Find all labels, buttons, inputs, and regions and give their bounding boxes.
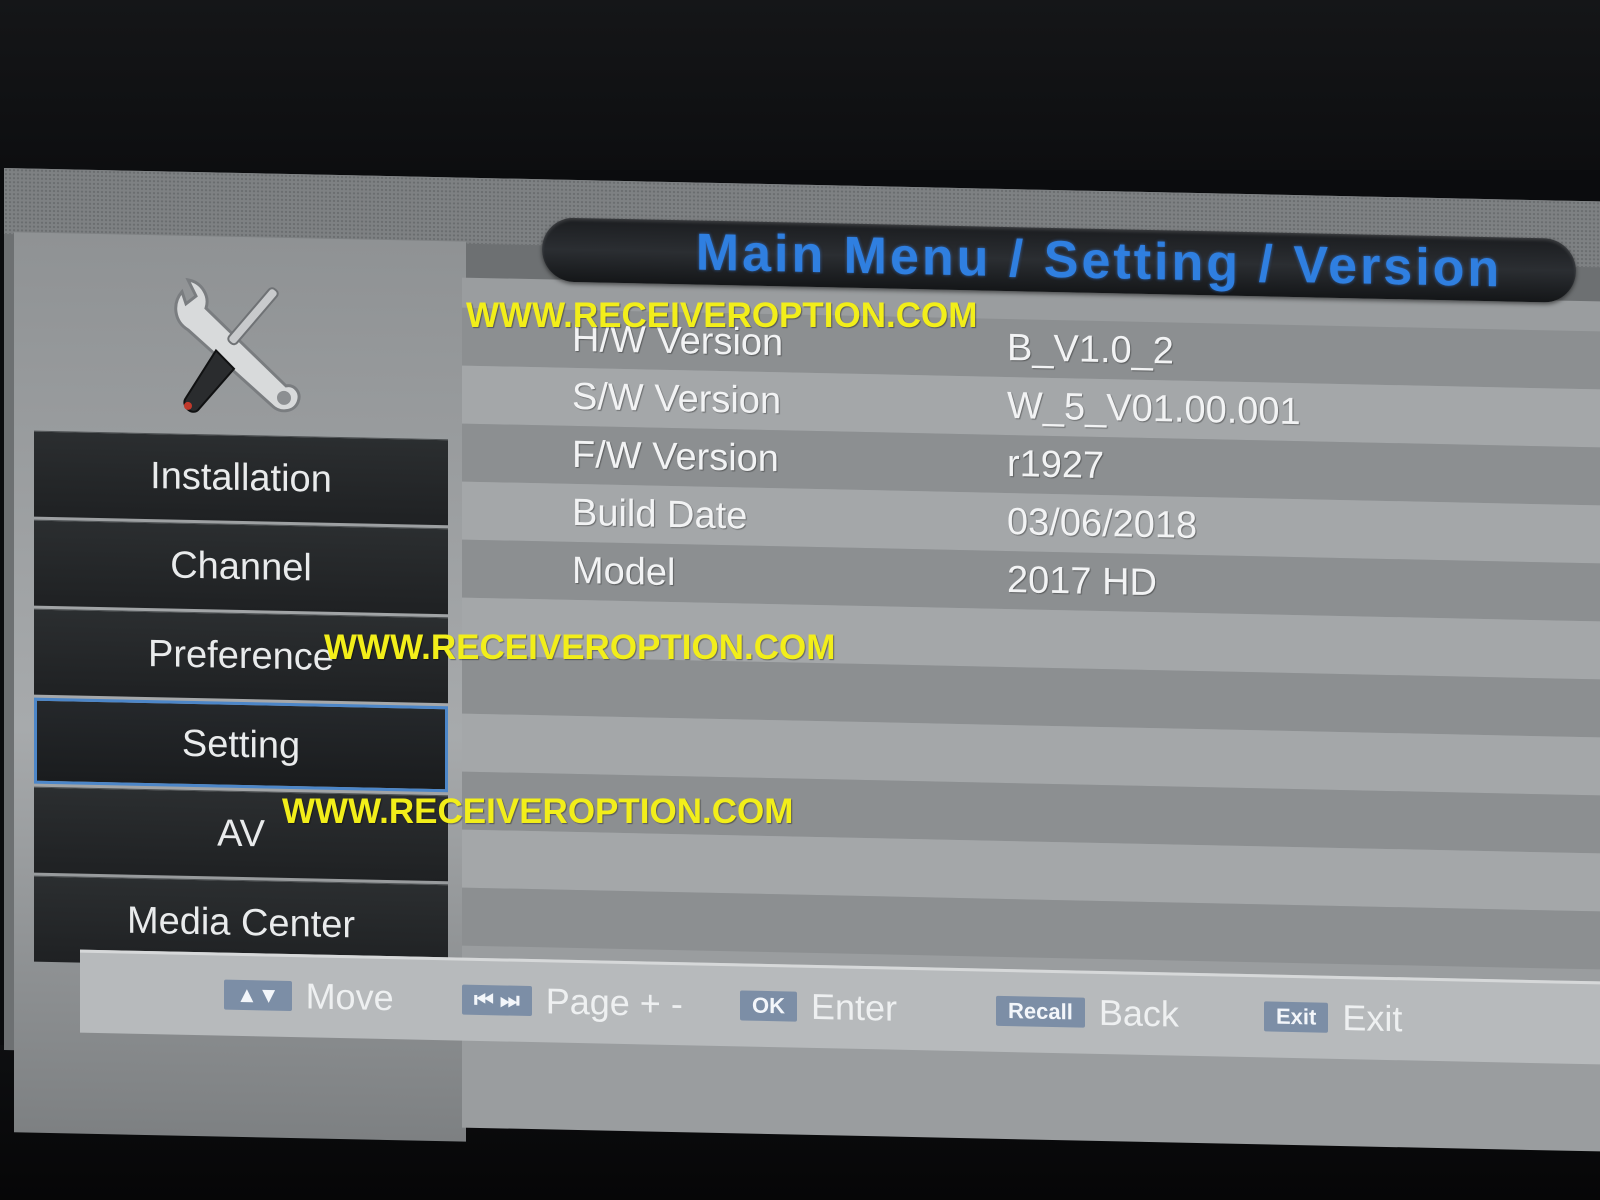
- row-label: Model: [572, 549, 676, 595]
- menu-item-label: Channel: [170, 544, 312, 590]
- watermark-text: WWW.RECEIVEROPTION.COM: [282, 792, 794, 831]
- row-value: 2017 HD: [1007, 559, 1157, 605]
- hint-label: Enter: [811, 985, 898, 1029]
- menu-item-label: Preference: [148, 633, 334, 679]
- hint-label: Exit: [1342, 997, 1403, 1040]
- menu-item-label: Media Center: [126, 899, 356, 947]
- row-value: B_V1.0_2: [1007, 327, 1174, 373]
- menu-item-label: Setting: [181, 722, 301, 767]
- hint-enter: OK Enter: [740, 984, 897, 1029]
- tools-icon: [174, 277, 301, 413]
- menu-item-channel[interactable]: Channel: [34, 519, 448, 615]
- row-label: F/W Version: [572, 433, 779, 481]
- hint-label: Page + -: [545, 980, 683, 1025]
- recall-key-icon: Recall: [996, 995, 1085, 1028]
- row-value: r1927: [1007, 443, 1105, 488]
- hint-label: Move: [305, 975, 394, 1019]
- menu-item-label: AV: [217, 812, 265, 856]
- tv-bezel-top: [0, 0, 1600, 170]
- hint-move: ▲▼ Move: [224, 974, 394, 1020]
- side-menu: Installation Channel Preference Setting …: [34, 430, 448, 974]
- row-label: S/W Version: [572, 375, 782, 423]
- menu-item-installation[interactable]: Installation: [34, 430, 448, 526]
- watermark-text: WWW.RECEIVEROPTION.COM: [324, 628, 836, 667]
- menu-item-setting[interactable]: Setting: [34, 697, 448, 793]
- menu-item-label: Installation: [150, 455, 332, 501]
- row-label: Build Date: [572, 491, 748, 538]
- hint-page: ⏮ ⏭ Page + -: [462, 979, 683, 1026]
- watermark-text: WWW.RECEIVEROPTION.COM: [466, 296, 978, 335]
- ok-key-icon: OK: [740, 990, 797, 1022]
- hint-exit: Exit Exit: [1264, 995, 1402, 1040]
- move-key-icon: ▲▼: [224, 979, 292, 1012]
- page-key-icon: ⏮ ⏭: [462, 984, 532, 1017]
- exit-key-icon: Exit: [1264, 1001, 1329, 1033]
- hint-back: Recall Back: [996, 990, 1179, 1036]
- hint-label: Back: [1098, 991, 1179, 1035]
- row-value: W_5_V01.00.001: [1007, 385, 1301, 434]
- row-value: 03/06/2018: [1007, 501, 1198, 547]
